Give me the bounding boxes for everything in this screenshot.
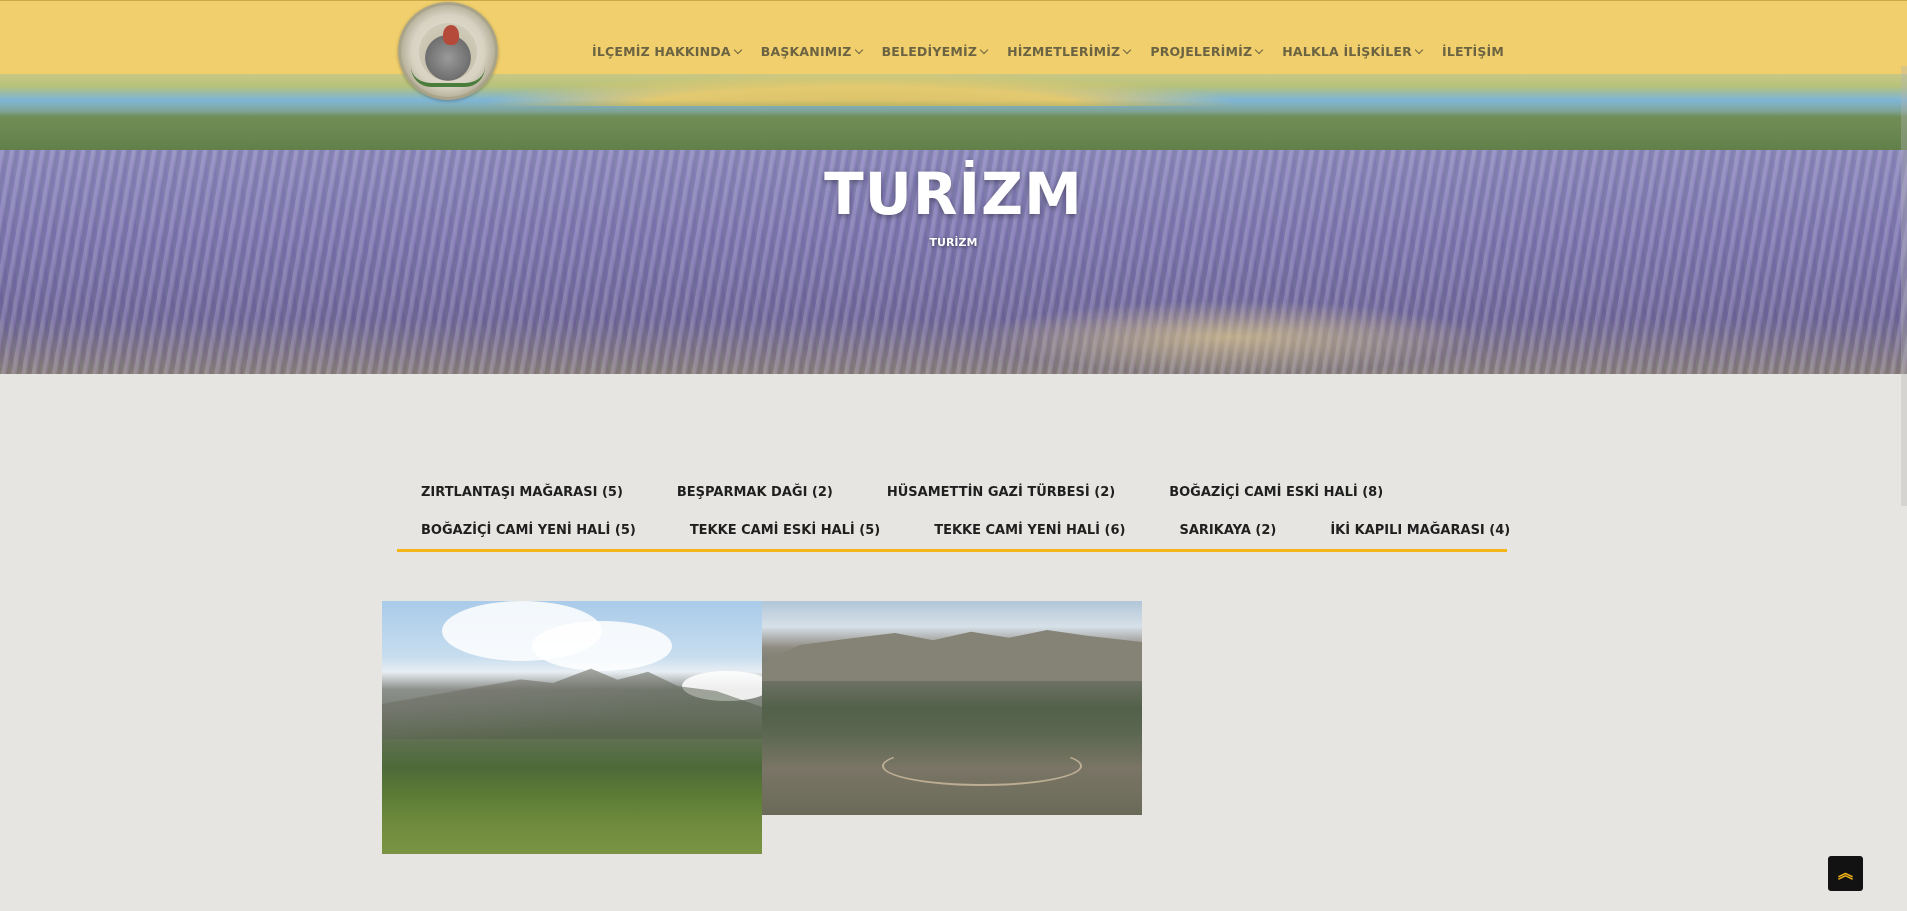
- double-chevron-up-icon: ︽: [1837, 864, 1853, 882]
- chevron-down-icon: [1414, 45, 1424, 54]
- gallery-filter-tabs: ZIRTLANTAŞI MAĞARASI (5) BEŞPARMAK DAĞI …: [397, 474, 1510, 552]
- logo-wreath-icon: [411, 67, 485, 87]
- filter-bogazici-cami-eski-hali[interactable]: BOĞAZİÇİ CAMİ ESKİ HALİ (8): [1169, 485, 1383, 500]
- chevron-down-icon: [733, 45, 742, 54]
- scrollbar[interactable]: [1901, 66, 1907, 506]
- nav-item-label: İLETİŞİM: [1441, 43, 1505, 59]
- filter-tekke-cami-yeni-hali[interactable]: TEKKE CAMİ YENİ HALİ (6): [934, 523, 1125, 538]
- chevron-down-icon: [1123, 45, 1132, 54]
- nav-item-label: HİZMETLERİMİZ: [1007, 43, 1121, 59]
- filter-sarikaya[interactable]: SARIKAYA (2): [1179, 523, 1276, 538]
- nav-item-ilcemiz-hakkinda[interactable]: İLÇEMİZ HAKKINDA: [592, 43, 742, 59]
- filter-tekke-cami-eski-hali[interactable]: TEKKE CAMİ ESKİ HALİ (5): [690, 523, 880, 538]
- filter-iki-kapili-magarasi[interactable]: İKİ KAPILI MAĞARASI (4): [1330, 523, 1510, 538]
- main-nav: İLÇEMİZ HAKKINDA BAŞKANIMIZ BELEDİYEMİZ …: [592, 42, 1504, 60]
- mountain-ridge: [382, 665, 762, 739]
- winding-road: [882, 746, 1082, 786]
- filter-bogazici-cami-yeni-hali[interactable]: BOĞAZİÇİ CAMİ YENİ HALİ (5): [421, 523, 636, 538]
- nav-item-belediyemiz[interactable]: BELEDİYEMİZ: [881, 43, 989, 59]
- hero-hills: [0, 100, 1907, 156]
- filter-row: BOĞAZİÇİ CAMİ YENİ HALİ (5) TEKKE CAMİ E…: [397, 510, 1510, 550]
- nav-item-baskanimiz[interactable]: BAŞKANIMIZ: [760, 43, 863, 59]
- hero-soil: [980, 300, 1480, 374]
- nav-item-label: PROJELERİMİZ: [1150, 43, 1253, 59]
- logo-bird-icon: [443, 25, 459, 45]
- nav-item-iletisim[interactable]: İLETİŞİM: [1442, 44, 1504, 59]
- nav-item-label: HALKLA İLİŞKİLER: [1282, 43, 1412, 59]
- nav-item-hizmetlerimiz[interactable]: HİZMETLERİMİZ: [1007, 43, 1132, 59]
- page-title: TURİZM: [824, 160, 1083, 228]
- back-to-top-button[interactable]: ︽: [1828, 856, 1863, 891]
- chevron-down-icon: [1255, 45, 1264, 54]
- gallery-photo-mountain-aerial[interactable]: [762, 601, 1142, 815]
- cloud: [532, 621, 672, 671]
- nav-item-label: İLÇEMİZ HAKKINDA: [592, 43, 731, 59]
- chevron-down-icon: [979, 45, 989, 54]
- breadcrumb[interactable]: TURİZM: [0, 236, 1907, 249]
- mountain-ridge: [762, 630, 1142, 681]
- filter-besparmak-dagi[interactable]: BEŞPARMAK DAĞI (2): [677, 485, 833, 500]
- nav-item-label: BAŞKANIMIZ: [760, 43, 852, 59]
- filter-zirtlantasi-magarasi[interactable]: ZIRTLANTAŞI MAĞARASI (5): [421, 485, 623, 500]
- filter-husamettin-gazi-turbesi[interactable]: HÜSAMETTİN GAZİ TÜRBESİ (2): [887, 485, 1115, 500]
- municipality-logo[interactable]: [398, 2, 498, 100]
- nav-item-label: BELEDİYEMİZ: [881, 43, 978, 59]
- header-bar: [0, 0, 1907, 74]
- nav-item-halkla-iliskiler[interactable]: HALKLA İLİŞKİLER: [1282, 43, 1424, 59]
- chevron-down-icon: [854, 45, 863, 54]
- nav-item-projelerimiz[interactable]: PROJELERİMİZ: [1150, 43, 1264, 59]
- filter-row: ZIRTLANTAŞI MAĞARASI (5) BEŞPARMAK DAĞI …: [397, 474, 1507, 510]
- gallery-photo-mountain-landscape[interactable]: [382, 601, 762, 854]
